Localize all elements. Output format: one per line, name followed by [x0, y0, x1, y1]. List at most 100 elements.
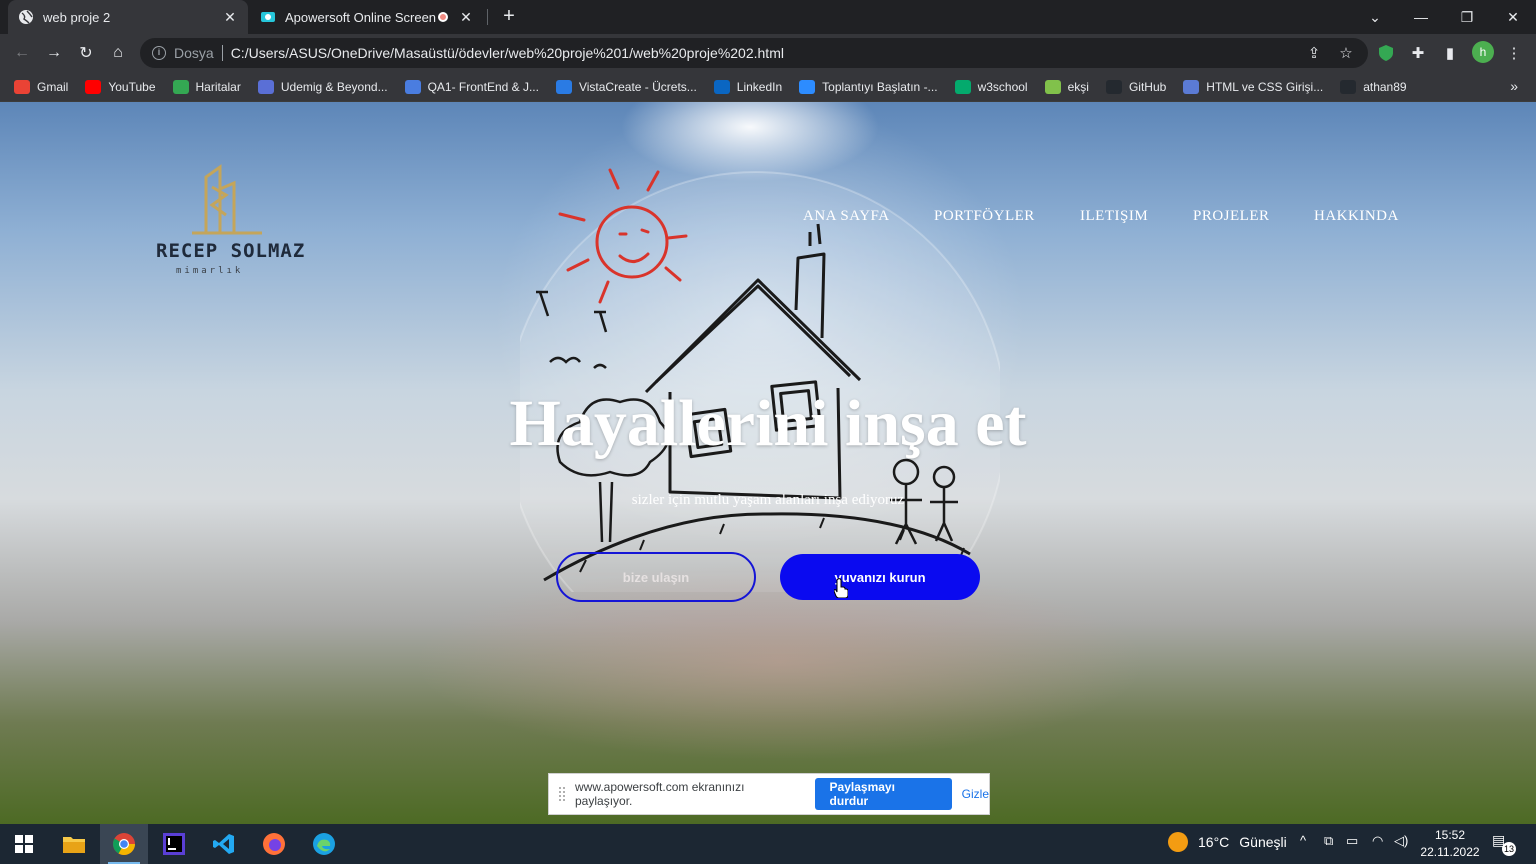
web-page: RECEP SOLMAZ mimarlık ANA SAYFA PORTFÖYL…: [0, 102, 1536, 824]
browser-toolbar: ← → ↻ ⌂ i Dosya C:/Users/ASUS/OneDrive/M…: [0, 34, 1536, 72]
minimize-icon[interactable]: —: [1398, 0, 1444, 34]
tab-apowersoft[interactable]: Apowersoft Online Screen Re ✕: [250, 0, 484, 34]
bookmark-item[interactable]: Udemig & Beyond...: [257, 79, 388, 94]
omnibox-divider: [221, 45, 223, 61]
nav-ana-sayfa[interactable]: ANA SAYFA: [803, 208, 890, 225]
bookmark-label: w3school: [977, 79, 1028, 94]
vistacreate-icon: [555, 79, 572, 94]
bookmark-label: ekşi: [1067, 79, 1089, 94]
hide-button[interactable]: Gizle: [962, 787, 989, 801]
edge-icon[interactable]: [300, 824, 348, 864]
bookmark-item[interactable]: GitHub: [1105, 79, 1167, 94]
home-icon[interactable]: ⌂: [106, 41, 130, 65]
bookmark-item[interactable]: Gmail: [14, 79, 69, 94]
tab-bar: web proje 2 ✕ Apowersoft Online Screen R…: [0, 0, 1536, 34]
build-home-button[interactable]: yuvanızı kurun: [780, 554, 980, 600]
bookmark-label: Gmail: [37, 79, 69, 94]
side-panel-icon[interactable]: ▮: [1438, 41, 1462, 65]
bookmark-label: athan89: [1363, 79, 1407, 94]
bookmark-label: GitHub: [1128, 79, 1167, 94]
clock-time: 15:52: [1434, 828, 1466, 842]
logo-tagline: mimarlık: [176, 266, 244, 276]
shield-extension-icon[interactable]: [1374, 41, 1398, 65]
profile-avatar[interactable]: h: [1472, 41, 1494, 63]
tab-title: Apowersoft Online Screen Re: [285, 9, 438, 25]
drag-handle-icon[interactable]: [559, 787, 565, 801]
battery-icon[interactable]: ▭: [1346, 833, 1358, 849]
scheme-label: Dosya: [174, 45, 214, 61]
bookmark-item[interactable]: ekşi: [1044, 79, 1089, 94]
bookmark-item[interactable]: VistaCreate - Ücrets...: [555, 79, 697, 94]
weather-temp: 16°C: [1198, 834, 1230, 850]
github-icon: [1340, 79, 1357, 94]
bookmark-star-icon[interactable]: ☆: [1334, 41, 1358, 65]
notification-count: 13: [1502, 842, 1516, 856]
bookmark-label: VistaCreate - Ücrets...: [578, 79, 697, 94]
clock-date: 22.11.2022: [1420, 845, 1480, 859]
bookmark-label: QA1- FrontEnd & J...: [427, 79, 539, 94]
bookmark-item[interactable]: HTML ve CSS Girişi...: [1183, 79, 1323, 94]
bookmark-item[interactable]: w3school: [954, 79, 1028, 94]
system-clock[interactable]: 15:52 22.11.2022: [1418, 827, 1482, 861]
weather-condition: Güneşli: [1239, 834, 1287, 850]
file-explorer-icon[interactable]: [50, 824, 98, 864]
bookmark-label: Udemig & Beyond...: [280, 79, 388, 94]
linkedin-icon: [713, 79, 730, 94]
new-tab-icon[interactable]: +: [497, 5, 521, 29]
more-bookmarks-icon[interactable]: »: [1510, 78, 1518, 94]
nav-portfoyler[interactable]: PORTFÖYLER: [934, 208, 1035, 225]
bookmark-item[interactable]: QA1- FrontEnd & J...: [404, 79, 539, 94]
extensions-puzzle-icon[interactable]: ✚: [1406, 41, 1430, 65]
url-text[interactable]: C:/Users/ASUS/OneDrive/Masaüstü/ödevler/…: [231, 45, 784, 61]
classroom-icon: [404, 79, 421, 94]
bookmark-item[interactable]: athan89: [1340, 79, 1407, 94]
sun-weather-icon: [1168, 832, 1188, 852]
contact-button[interactable]: bize ulaşın: [556, 552, 756, 602]
show-hidden-icons-icon[interactable]: ^: [1300, 833, 1306, 848]
logo-name: RECEP SOLMAZ: [156, 240, 306, 262]
forward-icon[interactable]: →: [42, 41, 66, 65]
menu-kebab-icon[interactable]: ⋮: [1502, 41, 1526, 65]
wifi-icon[interactable]: ◠: [1372, 833, 1383, 849]
intellij-icon[interactable]: [150, 824, 198, 864]
address-bar[interactable]: i Dosya C:/Users/ASUS/OneDrive/Masaüstü/…: [140, 38, 1368, 68]
zoom-icon: [799, 79, 816, 94]
back-icon[interactable]: ←: [10, 41, 34, 65]
apowersoft-icon: [260, 9, 276, 25]
close-tab-icon[interactable]: ✕: [458, 9, 474, 25]
bookmark-item[interactable]: Haritalar: [172, 79, 241, 94]
screen-share-bar: www.apowersoft.com ekranınızı paylaşıyor…: [548, 773, 990, 815]
bookmark-label: Haritalar: [195, 79, 241, 94]
tab-search-icon[interactable]: ⌄: [1352, 0, 1398, 34]
hero-title: Hayallerini inşa et: [509, 387, 1027, 460]
weather-widget[interactable]: 16°C Güneşli: [1168, 832, 1287, 852]
doc-icon: [1183, 79, 1200, 94]
bookmark-item[interactable]: LinkedIn: [713, 79, 782, 94]
device-icon[interactable]: ⧉: [1324, 833, 1333, 849]
vscode-icon[interactable]: [200, 824, 248, 864]
bookmarks-bar: Gmail YouTube Haritalar Udemig & Beyond... Q…: [0, 72, 1536, 102]
bookmark-item[interactable]: YouTube: [85, 79, 156, 94]
reload-icon[interactable]: ↻: [74, 41, 98, 65]
share-icon[interactable]: ⇪: [1302, 41, 1326, 65]
nav-hakkinda[interactable]: HAKKINDA: [1314, 208, 1399, 225]
recording-indicator-icon: [438, 12, 448, 22]
firefox-icon[interactable]: [250, 824, 298, 864]
close-window-icon[interactable]: ✕: [1490, 0, 1536, 34]
volume-icon[interactable]: ◁): [1394, 833, 1408, 849]
windows-start-icon[interactable]: [0, 824, 48, 864]
tab-separator: [487, 9, 488, 25]
restore-icon[interactable]: ❐: [1444, 0, 1490, 34]
site-info-icon[interactable]: i: [152, 46, 166, 60]
stop-sharing-button[interactable]: Paylaşmayı durdur: [814, 778, 952, 810]
nav-iletisim[interactable]: ILETIŞIM: [1080, 208, 1148, 225]
chrome-icon[interactable]: [100, 824, 148, 864]
nav-projeler[interactable]: PROJELER: [1193, 208, 1270, 225]
bookmark-label: YouTube: [108, 79, 156, 94]
close-tab-icon[interactable]: ✕: [222, 9, 238, 25]
bookmark-item[interactable]: Toplantıyı Başlatın -...: [799, 79, 938, 94]
eksi-icon: [1044, 79, 1061, 94]
tab-web-proje-2[interactable]: web proje 2 ✕: [8, 0, 248, 34]
notifications-icon[interactable]: ▤ 13: [1492, 832, 1516, 856]
youtube-icon: [85, 79, 102, 94]
